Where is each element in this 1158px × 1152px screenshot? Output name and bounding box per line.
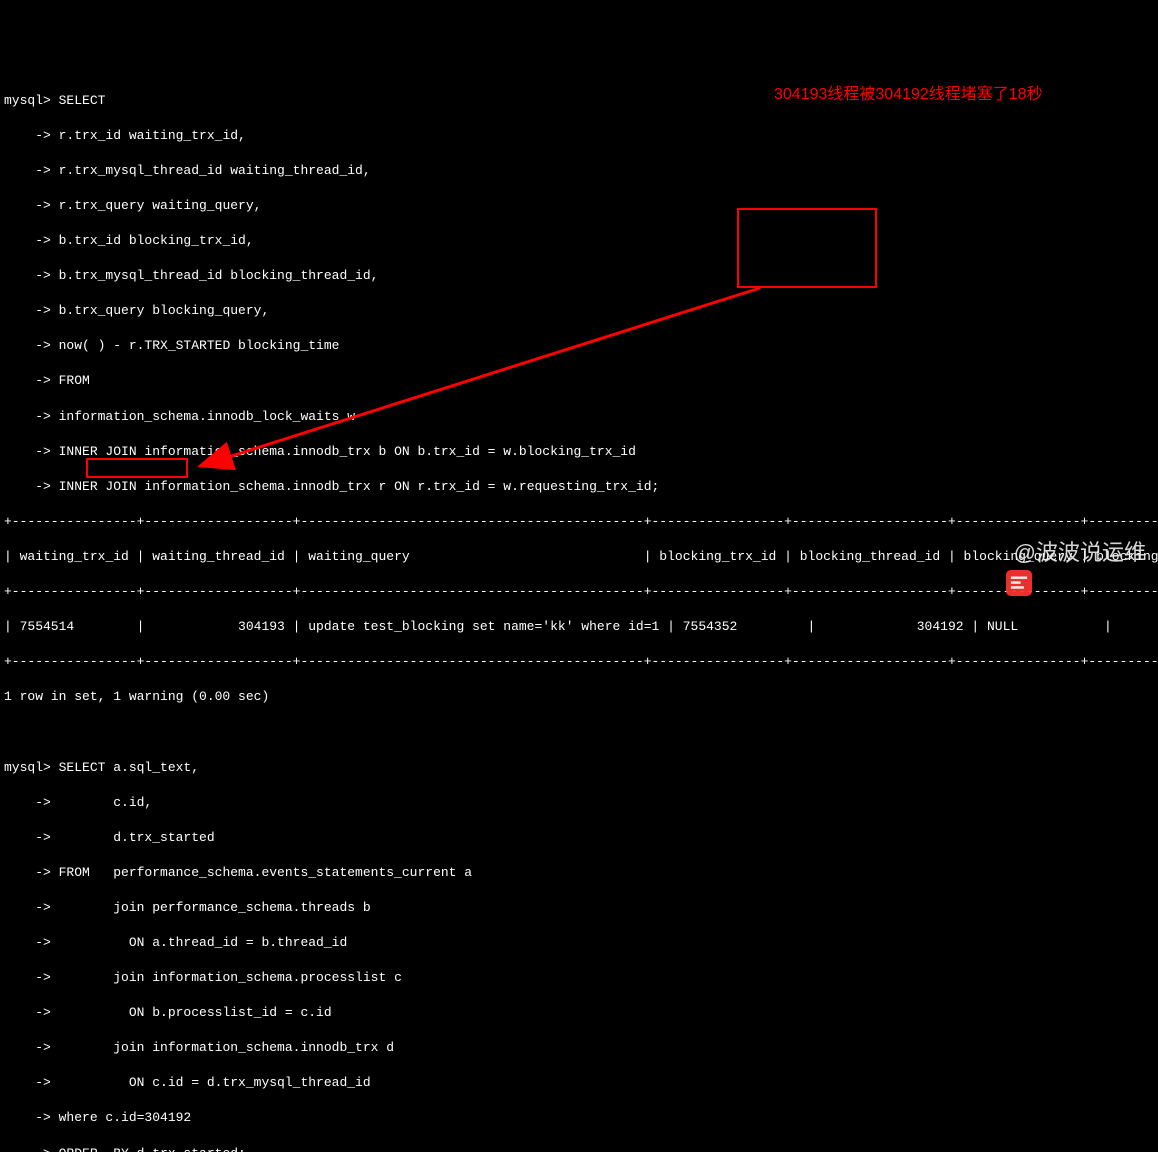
sql-line: r.trx_mysql_thread_id waiting_thread_id,: [51, 163, 371, 178]
result-footer: 1 row in set, 1 warning (0.00 sec): [4, 688, 1158, 706]
sql-line: now( ) - r.TRX_STARTED blocking_time: [51, 338, 340, 353]
sql-line: r.trx_query waiting_query,: [51, 198, 262, 213]
sql-line: SELECT a.sql_text,: [51, 760, 199, 775]
sql-line: INNER JOIN information_schema.innodb_trx…: [51, 444, 636, 459]
continuation-prompt: ->: [4, 1040, 51, 1055]
sql-line: ON a.thread_id = b.thread_id: [51, 935, 347, 950]
sql-line: b.trx_id blocking_trx_id,: [51, 233, 254, 248]
sql-line: ON b.processlist_id = c.id: [51, 1005, 332, 1020]
continuation-prompt: ->: [4, 1110, 51, 1125]
sql-line: d.trx_started: [51, 830, 215, 845]
sql-line: join information_schema.processlist c: [51, 970, 402, 985]
sql-line: r.trx_id waiting_trx_id,: [51, 128, 246, 143]
continuation-prompt: ->: [4, 409, 51, 424]
continuation-prompt: ->: [4, 479, 51, 494]
sql-line: b.trx_mysql_thread_id blocking_thread_id…: [51, 268, 379, 283]
continuation-prompt: ->: [4, 1005, 51, 1020]
continuation-prompt: ->: [4, 233, 51, 248]
continuation-prompt: ->: [4, 444, 51, 459]
continuation-prompt: ->: [4, 1075, 51, 1090]
continuation-prompt: ->: [4, 268, 51, 283]
continuation-prompt: ->: [4, 303, 51, 318]
sql-line: FROM performance_schema.events_statement…: [51, 865, 472, 880]
continuation-prompt: ->: [4, 373, 51, 388]
sql-line: b.trx_query blocking_query,: [51, 303, 269, 318]
mysql-prompt: mysql>: [4, 760, 51, 775]
watermark-text: @波波说运维: [1014, 538, 1146, 568]
sql-line: ON c.id = d.trx_mysql_thread_id: [51, 1075, 371, 1090]
sql-line: FROM: [51, 373, 90, 388]
table-border: +----------------+-------------------+--…: [4, 653, 1158, 671]
sql-line: INNER JOIN information_schema.innodb_trx…: [51, 479, 660, 494]
continuation-prompt: ->: [4, 970, 51, 985]
watermark: @波波说运维: [982, 538, 1146, 568]
continuation-prompt: ->: [4, 163, 51, 178]
continuation-prompt: ->: [4, 865, 51, 880]
sql-line: ORDER BY d.trx_started;: [51, 1146, 246, 1152]
continuation-prompt: ->: [4, 338, 51, 353]
toutiao-logo-icon: [982, 540, 1008, 566]
continuation-prompt: ->: [4, 935, 51, 950]
continuation-prompt: ->: [4, 198, 51, 213]
sql-line: join information_schema.innodb_trx d: [51, 1040, 394, 1055]
mysql-prompt: mysql>: [4, 93, 51, 108]
sql-line: where c.id=304192: [51, 1110, 199, 1125]
continuation-prompt: ->: [4, 128, 51, 143]
continuation-prompt: ->: [4, 795, 51, 810]
sql-line: information_schema.innodb_lock_waits w: [51, 409, 355, 424]
sql-line: c.id,: [51, 795, 152, 810]
continuation-prompt: ->: [4, 900, 51, 915]
table-border: +----------------+-------------------+--…: [4, 513, 1158, 531]
sql-line: join performance_schema.threads b: [51, 900, 371, 915]
annotation-text: 304193线程被304192线程堵塞了18秒: [774, 84, 1043, 106]
continuation-prompt: ->: [4, 1146, 51, 1152]
continuation-prompt: ->: [4, 830, 51, 845]
sql-line: SELECT: [51, 93, 106, 108]
